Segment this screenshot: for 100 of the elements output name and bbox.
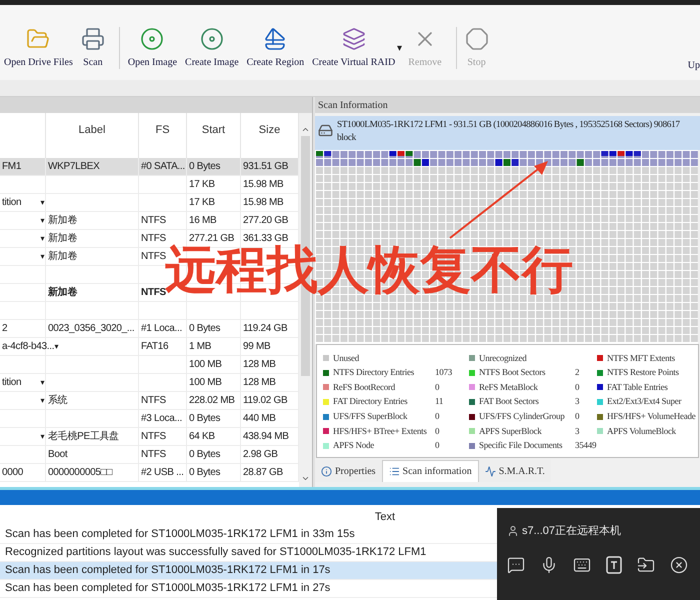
keyboard-icon[interactable] [573, 556, 591, 574]
legend-count: 2 [575, 366, 580, 380]
legend-label: Unused [333, 352, 360, 365]
table-row[interactable]: 2 0023_0356_3020_... #1 Loca... 0 Bytes 119.24 GB [0, 320, 299, 338]
legend-label: NTFS Restore Points [607, 366, 679, 380]
table-cell-text: 0 Bytes [189, 412, 220, 426]
legend-label: ReFS BootRecord [333, 380, 396, 394]
person-icon [507, 525, 519, 538]
table-cell-text: 100 MB [189, 358, 222, 372]
octagon-icon [464, 27, 489, 51]
text-box-icon[interactable] [606, 556, 622, 574]
dropdown-arrow[interactable]: ▾ [40, 376, 44, 388]
column-header[interactable]: FS [155, 122, 170, 158]
table-cell-text: NTFS [141, 394, 166, 408]
tab-icon [484, 466, 496, 476]
legend-count: 11 [435, 395, 444, 408]
table-cell-text: 2 [2, 322, 8, 336]
hard-drive-icon [318, 123, 333, 138]
table-cell-text: 277.21 GB [189, 232, 234, 244]
toolbar-button[interactable]: Create Image [183, 27, 241, 69]
table-cell-text: 老毛桃PE工具盘 [48, 430, 119, 444]
scroll-up-icon[interactable] [301, 125, 310, 134]
legend-count: 1073 [435, 366, 452, 380]
table-cell-text: NTFS [141, 287, 166, 300]
legend-label: NTFS Boot Sectors [479, 366, 546, 380]
table-row[interactable]: tition ▾ 100 MB 128 MB [0, 374, 299, 392]
dropdown-arrow[interactable]: ▾ [40, 214, 44, 226]
table-cell-text: 0 Bytes [189, 448, 220, 462]
table-cell-text: 1 MB [189, 340, 212, 354]
toolbar-button[interactable]: Create Virtual RAID [310, 27, 398, 69]
tab[interactable]: Scan information [382, 460, 479, 482]
toolbar-button[interactable]: Open Drive Files [2, 27, 75, 69]
table-cell-text: Boot [48, 448, 68, 462]
table-cell-text: 438.94 MB [243, 430, 289, 444]
remote-status: s7...07正在远程本机 [522, 524, 622, 539]
table-row[interactable]: 0000 0000000005□□ #2 USB ... 0 Bytes 28.87 GB [0, 464, 299, 482]
scroll-down-icon[interactable] [301, 474, 310, 483]
table-cell-text: 系统 [48, 394, 68, 408]
table-row[interactable]: tition ▾ 17 KB 15.98 MB [0, 194, 299, 212]
dropdown-arrow[interactable]: ▾ [54, 340, 58, 352]
toolbar-button[interactable]: Open Image [126, 27, 180, 69]
disk-description: block [337, 132, 358, 145]
table-row[interactable]: ▾ 系统 NTFS 228.02 MB 119.02 GB [0, 392, 299, 410]
scanner-icon [80, 27, 105, 51]
table-cell-text: 0000000005□□ [48, 466, 112, 480]
column-header[interactable]: Text [374, 509, 396, 526]
table-row[interactable]: #3 Loca... 0 Bytes 440 MB [0, 410, 299, 428]
toolbar-button[interactable]: Scan [78, 27, 107, 69]
folder-arrow-icon[interactable] [637, 556, 655, 574]
column-header[interactable]: Size [258, 122, 280, 158]
legend-label: FAT Table Entries [607, 380, 668, 394]
table-cell-text: 128 MB [243, 376, 276, 390]
table-cell-text: 0 Bytes [189, 466, 220, 480]
table-row[interactable]: 17 KB 15.98 MB [0, 176, 299, 194]
legend-label: FAT Boot Sectors [479, 395, 540, 408]
close-icon[interactable] [670, 556, 688, 574]
table-cell-text: FAT16 [141, 340, 168, 354]
dropdown-arrow[interactable]: ▾ [40, 394, 44, 406]
table-cell-text: #1 Loca... [141, 322, 182, 336]
table-row[interactable]: Boot NTFS 0 Bytes 2.98 GB [0, 446, 299, 464]
table-row[interactable]: FM1 WKP7LBEX #0 SATA... 0 Bytes 931.51 GB [0, 158, 299, 176]
dropdown-arrow[interactable]: ▾ [40, 196, 44, 208]
dropdown-arrow[interactable]: ▾ [397, 41, 402, 56]
table-cell-text: 新加卷 [48, 232, 78, 246]
legend-count: 0 [435, 380, 440, 394]
toolbar-button[interactable]: Create Region [244, 27, 306, 69]
table-cell-text: 17 KB [189, 178, 215, 192]
legend-count: 0 [435, 424, 440, 438]
table-cell-text: 228.02 MB [189, 394, 235, 408]
table-cell-text: 新加卷 [48, 214, 78, 228]
table-cell-text: #2 USB ... [141, 466, 184, 480]
legend-count: 35449 [575, 439, 596, 452]
table-cell-text: 119.02 GB [243, 394, 288, 408]
table-cell-text: NTFS [141, 251, 166, 262]
log-row[interactable]: Scan has been completed for ST1000LM035-1RK172 LFM1 in 17s [0, 562, 500, 580]
dropdown-arrow[interactable]: ▾ [40, 250, 44, 262]
toolbar-label[interactable]: Up [688, 58, 700, 73]
disk-description: ST1000LM035-1RK172 LFM1 - 931.51 GB (1000204886016 Bytes , 1953525168 Sectors) 908617 [337, 119, 680, 132]
folder-icon [26, 27, 50, 51]
table-row[interactable]: 100 MB 128 MB [0, 356, 299, 374]
chat-icon[interactable] [507, 556, 525, 574]
dropdown-arrow[interactable]: ▾ [40, 430, 44, 442]
table-cell-text: 931.51 GB [243, 160, 288, 174]
table-row[interactable]: ▾ 新加卷 NTFS 16 MB 277.20 GB [0, 212, 299, 230]
legend-label: FAT Directory Entries [333, 395, 408, 408]
dropdown-arrow[interactable]: ▾ [40, 232, 44, 244]
table-cell-text: 16 MB [189, 214, 216, 228]
sailboat-icon [263, 27, 288, 51]
table-cell-text: 15.98 MB [243, 196, 284, 210]
table-row[interactable]: a-4cf8-b43...▾ FAT16 1 MB 99 MB [0, 338, 299, 356]
table-row[interactable]: ▾ 老毛桃PE工具盘 NTFS 64 KB 438.94 MB [0, 428, 299, 446]
microphone-icon[interactable] [540, 556, 558, 574]
column-header[interactable]: Label [78, 122, 106, 158]
table-cell-text: 2.98 GB [243, 448, 278, 462]
legend-label: Unrecognized [479, 352, 528, 365]
legend-label: APFS SuperBlock [479, 424, 543, 438]
disc-icon [200, 27, 224, 51]
table-cell-text: a-4cf8-b43... [2, 340, 54, 354]
column-header[interactable]: Start [202, 122, 226, 158]
table-cell-text: NTFS [141, 448, 166, 462]
